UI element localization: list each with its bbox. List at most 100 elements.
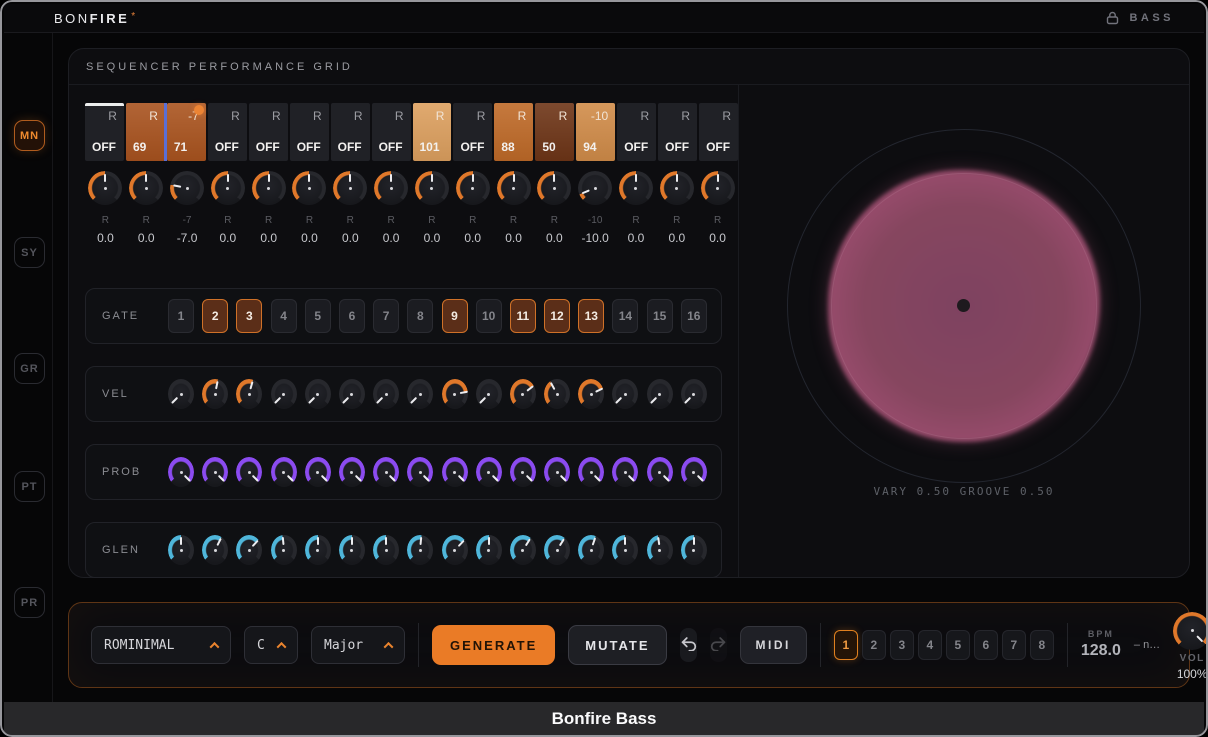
glen-knob-14[interactable] [612, 535, 638, 565]
pitch-knob-11[interactable] [497, 171, 531, 205]
step-cell-1[interactable]: ROFF [85, 103, 124, 161]
glen-knob-9[interactable] [442, 535, 468, 565]
step-cell-3[interactable]: -771 [167, 103, 206, 161]
gate-step-button-15[interactable]: 15 [647, 299, 673, 333]
mode-dropdown[interactable]: Major [311, 626, 405, 664]
vel-knob-11[interactable] [510, 379, 536, 409]
pitch-knob-6[interactable] [292, 171, 326, 205]
gate-step-button-10[interactable]: 10 [476, 299, 502, 333]
prob-knob-9[interactable] [442, 457, 468, 487]
redo-button[interactable] [710, 628, 727, 662]
prob-knob-8[interactable] [407, 457, 433, 487]
sync-text[interactable]: – n… [1134, 639, 1160, 651]
glen-knob-4[interactable] [271, 535, 297, 565]
pattern-button-1[interactable]: 1 [834, 630, 858, 660]
gate-step-button-12[interactable]: 12 [544, 299, 570, 333]
pitch-knob-5[interactable] [252, 171, 286, 205]
vel-knob-15[interactable] [647, 379, 673, 409]
undo-button[interactable] [680, 628, 697, 662]
glen-knob-16[interactable] [681, 535, 707, 565]
prob-knob-7[interactable] [373, 457, 399, 487]
sidebar-tab-mn[interactable]: MN [14, 120, 45, 151]
step-cell-15[interactable]: ROFF [658, 103, 697, 161]
glen-knob-2[interactable] [202, 535, 228, 565]
prob-knob-5[interactable] [305, 457, 331, 487]
gate-step-button-8[interactable]: 8 [407, 299, 433, 333]
step-cell-13[interactable]: -1094 [576, 103, 615, 161]
vel-knob-5[interactable] [305, 379, 331, 409]
gate-step-button-6[interactable]: 6 [339, 299, 365, 333]
pitch-knob-15[interactable] [660, 171, 694, 205]
bpm-control[interactable]: BPM 128.0 [1081, 629, 1121, 660]
step-cell-4[interactable]: ROFF [208, 103, 247, 161]
gate-step-button-14[interactable]: 14 [612, 299, 638, 333]
sidebar-tab-sy[interactable]: SY [14, 237, 45, 268]
step-cell-14[interactable]: ROFF [617, 103, 656, 161]
xy-pad-center-dot[interactable] [957, 299, 970, 312]
gate-step-button-2[interactable]: 2 [202, 299, 228, 333]
glen-knob-3[interactable] [236, 535, 262, 565]
pattern-button-7[interactable]: 7 [1002, 630, 1026, 660]
pitch-knob-1[interactable] [88, 171, 122, 205]
volume-knob[interactable] [1173, 612, 1208, 650]
gate-step-button-11[interactable]: 11 [510, 299, 536, 333]
prob-knob-1[interactable] [168, 457, 194, 487]
generate-button[interactable]: GENERATE [432, 625, 555, 665]
pitch-knob-12[interactable] [537, 171, 571, 205]
step-cell-7[interactable]: ROFF [331, 103, 370, 161]
prob-knob-10[interactable] [476, 457, 502, 487]
gate-step-button-4[interactable]: 4 [271, 299, 297, 333]
step-cell-8[interactable]: ROFF [372, 103, 411, 161]
prob-knob-4[interactable] [271, 457, 297, 487]
step-cell-5[interactable]: ROFF [249, 103, 288, 161]
prob-knob-6[interactable] [339, 457, 365, 487]
glen-knob-7[interactable] [373, 535, 399, 565]
glen-knob-10[interactable] [476, 535, 502, 565]
pitch-knob-16[interactable] [701, 171, 735, 205]
pitch-knob-8[interactable] [374, 171, 408, 205]
pitch-knob-2[interactable] [129, 171, 163, 205]
prob-knob-3[interactable] [236, 457, 262, 487]
prob-knob-2[interactable] [202, 457, 228, 487]
step-cell-12[interactable]: R50 [535, 103, 574, 161]
glen-knob-15[interactable] [647, 535, 673, 565]
vel-knob-7[interactable] [373, 379, 399, 409]
vel-knob-9[interactable] [442, 379, 468, 409]
vel-knob-10[interactable] [476, 379, 502, 409]
gate-step-button-1[interactable]: 1 [168, 299, 194, 333]
pattern-button-4[interactable]: 4 [918, 630, 942, 660]
scale-dropdown[interactable]: ROMINIMAL [91, 626, 231, 664]
gate-step-button-3[interactable]: 3 [236, 299, 262, 333]
gate-step-button-7[interactable]: 7 [373, 299, 399, 333]
mutate-button[interactable]: MUTATE [568, 625, 666, 665]
step-cell-11[interactable]: R88 [494, 103, 533, 161]
preset-name[interactable]: BASS [1129, 12, 1174, 24]
prob-knob-12[interactable] [544, 457, 570, 487]
glen-knob-6[interactable] [339, 535, 365, 565]
prob-knob-11[interactable] [510, 457, 536, 487]
sidebar-tab-gr[interactable]: GR [14, 353, 45, 384]
pitch-knob-9[interactable] [415, 171, 449, 205]
sidebar-tab-pr[interactable]: PR [14, 587, 45, 618]
pattern-button-6[interactable]: 6 [974, 630, 998, 660]
vel-knob-12[interactable] [544, 379, 570, 409]
gate-step-button-16[interactable]: 16 [681, 299, 707, 333]
gate-step-button-5[interactable]: 5 [305, 299, 331, 333]
prob-knob-15[interactable] [647, 457, 673, 487]
pattern-button-8[interactable]: 8 [1030, 630, 1054, 660]
sidebar-tab-pt[interactable]: PT [14, 471, 45, 502]
step-cell-10[interactable]: ROFF [453, 103, 492, 161]
prob-knob-13[interactable] [578, 457, 604, 487]
vel-knob-3[interactable] [236, 379, 262, 409]
glen-knob-5[interactable] [305, 535, 331, 565]
pitch-knob-10[interactable] [456, 171, 490, 205]
step-cell-6[interactable]: ROFF [290, 103, 329, 161]
pitch-knob-7[interactable] [333, 171, 367, 205]
vel-knob-1[interactable] [168, 379, 194, 409]
key-dropdown[interactable]: C [244, 626, 298, 664]
vel-knob-8[interactable] [407, 379, 433, 409]
pitch-knob-14[interactable] [619, 171, 653, 205]
step-cell-2[interactable]: R69 [126, 103, 165, 161]
vel-knob-13[interactable] [578, 379, 604, 409]
vel-knob-6[interactable] [339, 379, 365, 409]
